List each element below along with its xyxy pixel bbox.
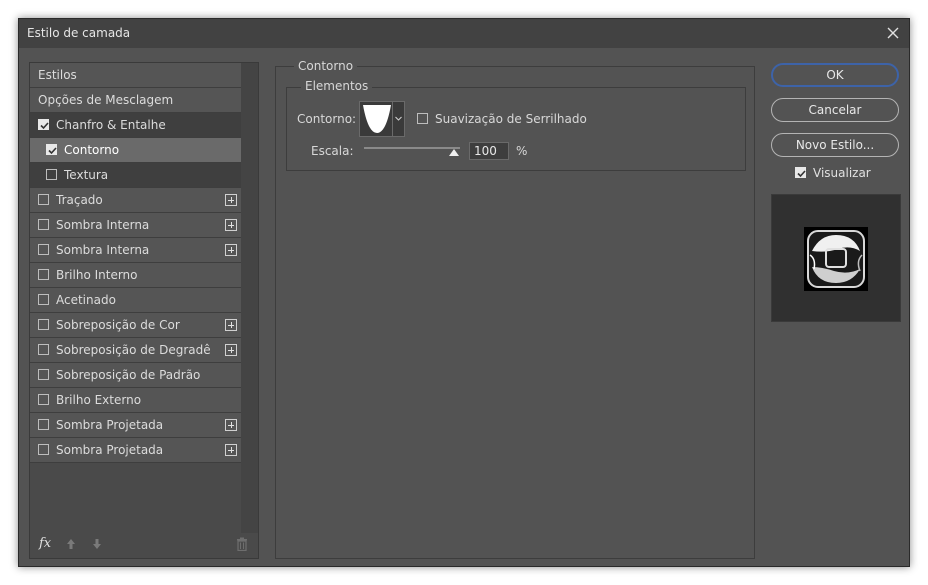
sidebar-item-label: Brilho Externo [56, 393, 142, 407]
sidebar-item-gradient-overlay[interactable]: Sobreposição de Degradê [30, 338, 241, 363]
checkbox[interactable] [38, 419, 49, 430]
preview-thumbnail [804, 227, 868, 291]
scale-slider[interactable] [364, 145, 460, 157]
list-footer: fx [30, 531, 258, 558]
checkbox[interactable] [38, 244, 49, 255]
sidebar-item-blending-options[interactable]: Opções de Mesclagem [30, 88, 241, 113]
contour-curve-icon [360, 102, 394, 136]
sidebar-item-label: Chanfro & Entalhe [56, 118, 166, 132]
sidebar-item-label: Estilos [38, 68, 77, 82]
sidebar-item-color-overlay[interactable]: Sobreposição de Cor [30, 313, 241, 338]
checkbox[interactable] [46, 169, 57, 180]
checkbox[interactable] [38, 294, 49, 305]
dialog-title: Estilo de camada [27, 26, 131, 40]
add-plus-icon[interactable] [225, 419, 237, 431]
styles-list-panel: Estilos Opções de Mesclagem Chanfro & En… [29, 62, 259, 559]
sidebar-item-pattern-overlay[interactable]: Sobreposição de Padrão [30, 363, 241, 388]
sidebar-item-stroke[interactable]: Traçado [30, 188, 241, 213]
sidebar-item-label: Sobreposição de Padrão [56, 368, 201, 382]
sidebar-item-label: Textura [64, 168, 109, 182]
preview-label: Visualizar [813, 166, 871, 180]
style-preview [771, 194, 901, 322]
preview-toggle[interactable]: Visualizar [795, 166, 871, 180]
group-title: Elementos [301, 79, 373, 93]
add-plus-icon[interactable] [225, 219, 237, 231]
chevron-down-icon[interactable] [392, 102, 404, 136]
close-icon[interactable] [883, 22, 903, 44]
checkbox[interactable] [38, 219, 49, 230]
preview-checkbox[interactable] [795, 167, 806, 178]
checkbox[interactable] [38, 444, 49, 455]
sidebar-item-label: Opções de Mesclagem [38, 93, 174, 107]
checkbox[interactable] [46, 144, 57, 155]
sidebar-item-inner-shadow-2[interactable]: Sombra Interna [30, 238, 241, 263]
contour-picker[interactable] [359, 101, 405, 137]
sidebar-item-contour[interactable]: Contorno [30, 138, 241, 163]
fx-icon[interactable]: fx [39, 536, 51, 551]
sidebar-item-label: Sombra Interna [56, 218, 150, 232]
contour-label: Contorno: [297, 112, 357, 126]
antialias-label: Suavização de Serrilhado [435, 112, 587, 126]
elements-group: Elementos Contorno: Suavização de Serril… [286, 79, 746, 171]
sidebar-item-drop-shadow[interactable]: Sombra Projetada [30, 413, 241, 438]
add-plus-icon[interactable] [225, 344, 237, 356]
cancel-button[interactable]: Cancelar [771, 98, 899, 122]
add-plus-icon[interactable] [225, 244, 237, 256]
list-scrollbar[interactable] [241, 63, 258, 533]
sidebar-item-label: Sobreposição de Degradê [56, 343, 211, 357]
sidebar-item-styles[interactable]: Estilos [30, 63, 241, 88]
ok-button[interactable]: OK [771, 63, 899, 87]
scale-input[interactable] [469, 142, 509, 160]
layer-style-dialog: Estilo de camada Estilos Opções de Mescl… [18, 18, 910, 567]
add-plus-icon[interactable] [225, 194, 237, 206]
sidebar-item-label: Brilho Interno [56, 268, 138, 282]
slider-track [364, 147, 460, 149]
antialias-option[interactable]: Suavização de Serrilhado [417, 112, 587, 126]
checkbox[interactable] [38, 344, 49, 355]
sidebar-item-label: Sombra Projetada [56, 418, 164, 432]
checkbox[interactable] [38, 369, 49, 380]
antialias-checkbox[interactable] [417, 113, 428, 124]
styles-list: Estilos Opções de Mesclagem Chanfro & En… [30, 63, 241, 463]
checkbox[interactable] [38, 269, 49, 280]
checkbox[interactable] [38, 194, 49, 205]
sidebar-item-label: Sombra Interna [56, 243, 150, 257]
move-up-icon[interactable] [66, 538, 76, 550]
checkbox[interactable] [38, 319, 49, 330]
sidebar-item-texture[interactable]: Textura [30, 163, 241, 188]
sidebar-item-drop-shadow-2[interactable]: Sombra Projetada [30, 438, 241, 463]
add-plus-icon[interactable] [225, 319, 237, 331]
sidebar-item-inner-glow[interactable]: Brilho Interno [30, 263, 241, 288]
trash-icon[interactable] [236, 537, 248, 552]
title-bar: Estilo de camada [19, 19, 909, 48]
new-style-button[interactable]: Novo Estilo... [771, 133, 899, 157]
sidebar-item-label: Sombra Projetada [56, 443, 164, 457]
checkbox[interactable] [38, 394, 49, 405]
sidebar-item-label: Traçado [56, 193, 103, 207]
sidebar-item-outer-glow[interactable]: Brilho Externo [30, 388, 241, 413]
sidebar-item-satin[interactable]: Acetinado [30, 288, 241, 313]
sidebar-item-label: Sobreposição de Cor [56, 318, 180, 332]
add-plus-icon[interactable] [225, 444, 237, 456]
sidebar-item-label: Contorno [64, 143, 120, 157]
slider-thumb [449, 149, 459, 156]
scale-label: Escala: [311, 144, 354, 158]
checkbox[interactable] [38, 119, 49, 130]
contour-settings-panel: Contorno Elementos Contorno: Suavização … [275, 59, 755, 559]
scale-unit: % [516, 144, 528, 158]
sidebar-item-label: Acetinado [56, 293, 116, 307]
sidebar-item-bevel-emboss[interactable]: Chanfro & Entalhe [30, 113, 241, 138]
section-title: Contorno [294, 59, 358, 73]
move-down-icon[interactable] [92, 538, 102, 550]
sidebar-item-inner-shadow[interactable]: Sombra Interna [30, 213, 241, 238]
